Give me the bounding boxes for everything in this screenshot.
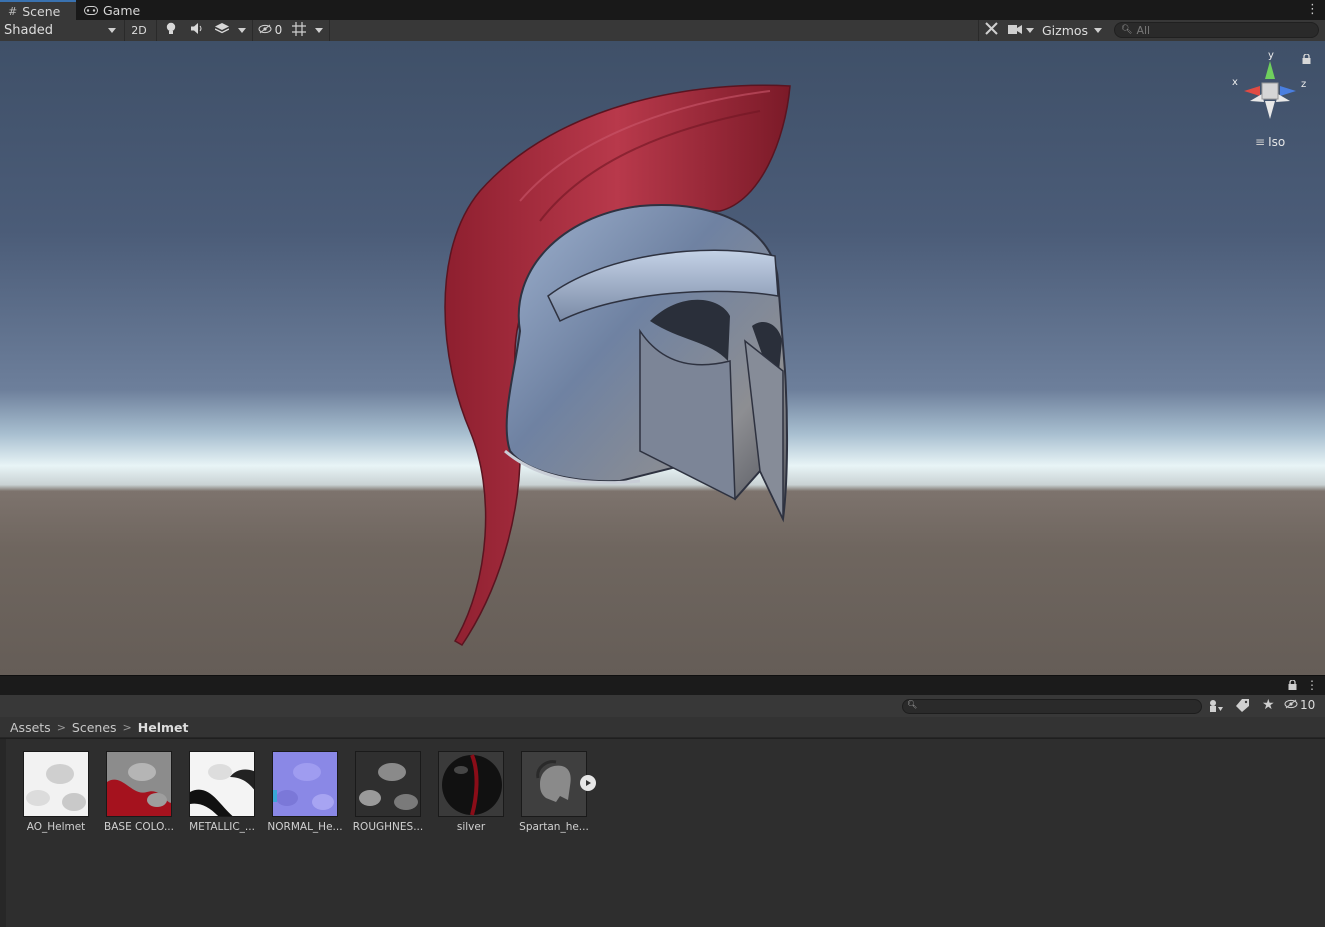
- asset-thumbnail: [106, 751, 172, 817]
- hidden-count: 0: [274, 23, 283, 37]
- grid-dropdown[interactable]: [312, 21, 326, 39]
- gamepad-icon: [84, 3, 98, 18]
- tab-scene[interactable]: # Scene: [0, 0, 76, 20]
- gizmo-z-label: z: [1301, 79, 1307, 90]
- effects-toggle-button[interactable]: [211, 21, 233, 39]
- breadcrumb-assets[interactable]: Assets: [10, 720, 51, 735]
- helmet-model[interactable]: [0, 41, 1325, 675]
- speaker-icon: [190, 23, 204, 37]
- asset-label: silver: [456, 821, 486, 833]
- lightbulb-icon: [166, 22, 176, 38]
- eye-hidden-icon: [1284, 698, 1298, 712]
- tag-icon[interactable]: [1236, 699, 1249, 715]
- search-icon: 🔍︎: [1121, 25, 1133, 35]
- asset-label: BASE COLO...: [104, 821, 174, 833]
- project-toolbar: 🔍︎ ★ 10: [0, 695, 1325, 717]
- separator: [329, 20, 330, 41]
- separator: [156, 20, 157, 41]
- chevron-right-icon: >: [122, 720, 132, 734]
- layers-icon: [214, 22, 230, 38]
- expand-asset-icon[interactable]: [580, 775, 596, 791]
- tab-game-label: Game: [103, 2, 141, 18]
- 2d-toggle-button[interactable]: 2D: [126, 21, 152, 39]
- gizmos-label: Gizmos: [1041, 22, 1089, 38]
- separator: [978, 20, 979, 41]
- asset-item-base-color[interactable]: BASE COLO...: [99, 751, 179, 833]
- asset-thumbnail: [438, 751, 504, 817]
- shading-mode-dropdown[interactable]: Shaded: [0, 21, 120, 39]
- separator: [124, 20, 125, 41]
- grid-icon: #: [8, 4, 18, 18]
- project-search-input[interactable]: 🔍︎: [902, 699, 1202, 714]
- asset-label: Spartan_he...: [519, 821, 589, 833]
- asset-item-metallic[interactable]: METALLIC_...: [182, 751, 262, 833]
- asset-grid: AO_Helmet BASE COLO... METALLIC_... NORM…: [6, 739, 1325, 927]
- projection-label: Iso: [1268, 135, 1286, 149]
- chevron-down-icon: [315, 27, 323, 33]
- chevron-down-icon: [1094, 27, 1102, 33]
- panel-divider[interactable]: ⋮: [0, 675, 1325, 696]
- gizmo-x-label: x: [1232, 77, 1238, 88]
- chevron-down-icon: [1026, 27, 1034, 33]
- shading-mode-value: Shaded: [4, 22, 53, 38]
- asset-label: AO_Helmet: [26, 821, 86, 833]
- asset-label: METALLIC_...: [189, 821, 255, 833]
- asset-thumbnail: [23, 751, 89, 817]
- lock-icon[interactable]: [1288, 679, 1297, 693]
- tab-game[interactable]: Game: [84, 0, 140, 20]
- grid-snapping-button[interactable]: [288, 21, 310, 39]
- breadcrumb-scenes[interactable]: Scenes: [72, 720, 117, 735]
- asset-item-spartan-helmet[interactable]: Spartan_he...: [514, 751, 596, 833]
- chevron-down-icon: [238, 27, 246, 33]
- separator: [252, 20, 253, 41]
- projection-toggle[interactable]: ≡ Iso: [1255, 135, 1285, 149]
- hidden-packages-toggle[interactable]: 10: [1284, 698, 1315, 712]
- scene-search-input[interactable]: 🔍︎ All: [1114, 22, 1319, 38]
- search-icon: 🔍︎: [907, 700, 918, 709]
- lighting-toggle-button[interactable]: [160, 21, 182, 39]
- camera-icon: [1008, 23, 1022, 37]
- window-tab-bar: # Scene Game ⋮: [0, 0, 1325, 21]
- asset-label: NORMAL_He...: [267, 821, 343, 833]
- more-options-icon[interactable]: ⋮: [1306, 2, 1319, 17]
- gizmo-y-label: y: [1268, 50, 1274, 61]
- hidden-objects-toggle[interactable]: 0: [255, 21, 285, 39]
- scene-toolbar: Shaded 2D 0 Gizmos 🔍︎ All: [0, 20, 1325, 42]
- asset-item-roughness[interactable]: ROUGHNES...: [348, 751, 428, 833]
- asset-thumbnail: [272, 751, 338, 817]
- asset-item-silver[interactable]: silver: [431, 751, 511, 833]
- audio-toggle-button[interactable]: [186, 21, 208, 39]
- tools-button[interactable]: [981, 21, 1001, 39]
- camera-dropdown[interactable]: [1005, 21, 1037, 39]
- gizmos-dropdown[interactable]: [1090, 21, 1106, 39]
- breadcrumb: Assets > Scenes > Helmet: [0, 717, 1325, 738]
- chevron-right-icon: >: [56, 720, 66, 734]
- grid-snap-icon: [292, 21, 306, 39]
- asset-thumbnail: [355, 751, 421, 817]
- menu-lines-icon: ≡: [1255, 135, 1266, 149]
- filter-by-type-icon[interactable]: [1209, 699, 1223, 715]
- eye-hidden-icon: [258, 23, 272, 37]
- asset-item-ao-helmet[interactable]: AO_Helmet: [16, 751, 96, 833]
- wrench-icon: [984, 22, 998, 38]
- gizmos-button[interactable]: Gizmos: [1040, 21, 1090, 39]
- 2d-toggle-label: 2D: [131, 23, 147, 37]
- scene-viewport[interactable]: y x z ≡ Iso: [0, 41, 1325, 675]
- asset-thumbnail: [521, 751, 587, 817]
- asset-item-normal[interactable]: NORMAL_He...: [265, 751, 345, 833]
- star-icon[interactable]: ★: [1262, 697, 1275, 713]
- breadcrumb-helmet[interactable]: Helmet: [138, 720, 189, 735]
- chevron-down-icon: [108, 28, 116, 33]
- scene-search-placeholder: All: [1136, 23, 1151, 37]
- effects-dropdown[interactable]: [235, 21, 249, 39]
- hidden-packages-count: 10: [1300, 698, 1316, 712]
- asset-thumbnail: [189, 751, 255, 817]
- orientation-gizmo[interactable]: y x z: [1230, 49, 1310, 129]
- asset-label: ROUGHNES...: [352, 821, 424, 833]
- more-options-icon[interactable]: ⋮: [1306, 678, 1318, 692]
- tab-scene-label: Scene: [22, 3, 61, 19]
